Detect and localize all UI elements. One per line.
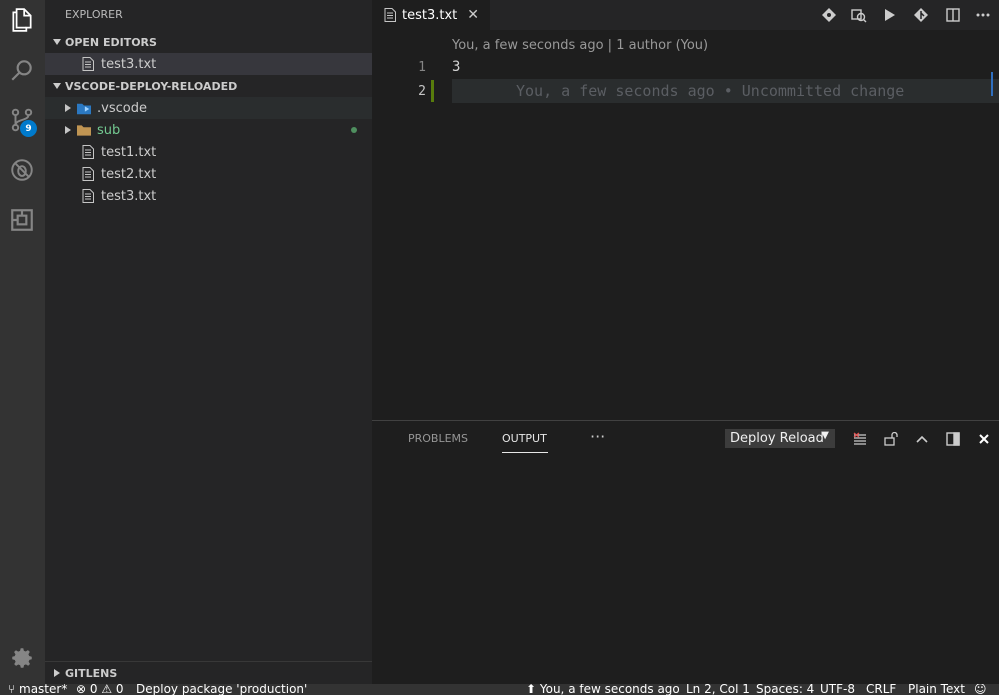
editor-area[interactable]: You, a few seconds ago | 1 author (You) … [372, 30, 999, 420]
status-message: Deploy package 'production' [136, 684, 308, 695]
status-bar: ⑂ master* ⊗ 0 ⚠ 0 Deploy package 'produc… [0, 684, 999, 695]
project-header[interactable]: VSCODE-DEPLOY-RELOADED [45, 75, 372, 97]
line-number: 1 [418, 60, 426, 75]
tab-problems[interactable]: PROBLEMS [408, 432, 468, 445]
tree-item-label: test1.txt [101, 144, 157, 160]
chevron-right-icon [49, 665, 65, 681]
close-panel-icon[interactable] [975, 430, 993, 448]
debug-icon[interactable] [6, 154, 38, 186]
problems-indicator[interactable]: ⊗ 0 ⚠ 0 [76, 684, 124, 695]
encoding[interactable]: UTF-8 [820, 684, 855, 695]
run-icon[interactable] [879, 4, 901, 26]
gitlens-label: GITLENS [65, 666, 118, 680]
output-channel-label: Deploy Reload [730, 431, 824, 446]
open-editors-label: OPEN EDITORS [65, 35, 157, 49]
error-count: 0 [89, 684, 98, 695]
tree-item-label: test3.txt [101, 188, 157, 204]
chevron-down-icon [49, 78, 65, 94]
clear-output-icon[interactable] [851, 430, 869, 448]
tree-item-test2[interactable]: test2.txt [45, 163, 372, 185]
more-actions-icon[interactable] [972, 4, 994, 26]
blame-status[interactable]: ⬆ You, a few seconds ago [526, 684, 680, 695]
toggle-panel-position-icon[interactable] [944, 430, 962, 448]
folder-icon [77, 123, 91, 137]
split-editor-icon[interactable] [942, 4, 964, 26]
tree-item-test3[interactable]: test3.txt [45, 185, 372, 207]
chevron-down-icon [49, 34, 65, 50]
file-icon [81, 167, 95, 181]
project-label: VSCODE-DEPLOY-RELOADED [65, 79, 238, 93]
settings-gear-icon[interactable] [6, 642, 38, 674]
close-icon[interactable]: ✕ [467, 7, 479, 23]
feedback-smiley-icon[interactable]: ☺ [974, 684, 987, 695]
tab-test3[interactable]: test3.txt ✕ [372, 0, 490, 30]
search-icon[interactable] [6, 54, 38, 86]
gitlens-section[interactable]: GITLENS [45, 661, 372, 684]
code-line[interactable]: 3 [452, 59, 460, 75]
blame-annotation: You, a few seconds ago • Uncommitted cha… [516, 82, 905, 100]
file-icon [81, 145, 95, 159]
activity-bar: 9 [0, 0, 45, 684]
blame-status-label: You, a few seconds ago [539, 684, 680, 695]
open-editor-label: test3.txt [101, 56, 157, 72]
tab-output[interactable]: OUTPUT [502, 432, 547, 445]
explorer-title: EXPLORER [65, 8, 123, 21]
vscode-folder-icon [77, 101, 91, 115]
more-tabs-button[interactable]: ··· [590, 427, 605, 446]
file-icon [81, 57, 95, 71]
open-editor-item[interactable]: test3.txt [45, 53, 372, 75]
active-tab-underline [502, 452, 548, 453]
scrollbar-marker[interactable] [991, 72, 999, 96]
branch-label: master* [19, 684, 68, 695]
line-number: 2 [418, 84, 426, 99]
tree-item-label: .vscode [97, 100, 147, 116]
files-icon[interactable] [6, 4, 38, 36]
chevron-right-icon [63, 122, 73, 138]
maximize-panel-icon[interactable] [913, 430, 931, 448]
modified-dot [351, 127, 357, 133]
file-icon [81, 189, 95, 203]
compare-changes-icon[interactable] [848, 4, 870, 26]
indentation[interactable]: Spaces: 4 [756, 684, 814, 695]
tab-label: test3.txt [402, 7, 458, 23]
chevron-down-icon: ▼ [821, 430, 829, 441]
output-channel-select[interactable]: Deploy Reload ▼ [725, 429, 835, 448]
scm-badge: 9 [20, 120, 37, 137]
git-commit-icon[interactable] [818, 4, 840, 26]
explorer-sidebar: EXPLORER OPEN EDITORS test3.txt VSCODE-D… [45, 0, 372, 684]
extensions-icon[interactable] [6, 204, 38, 236]
tree-item-test1[interactable]: test1.txt [45, 141, 372, 163]
warning-count: 0 [115, 684, 124, 695]
file-icon [384, 8, 396, 22]
tree-item-label: test2.txt [101, 166, 157, 182]
tree-item-label: sub [97, 122, 121, 138]
open-editors-header[interactable]: OPEN EDITORS [45, 31, 372, 53]
bottom-panel: PROBLEMS OUTPUT ··· Deploy Reload ▼ [372, 420, 999, 684]
gitlens-header[interactable]: GITLENS [45, 662, 372, 684]
chevron-right-icon [63, 100, 73, 116]
tree-item-sub[interactable]: sub [45, 119, 372, 141]
git-branch-icon[interactable] [910, 4, 932, 26]
git-change-marker [431, 80, 434, 102]
language-mode[interactable]: Plain Text [908, 684, 965, 695]
branch-indicator[interactable]: ⑂ master* [8, 684, 67, 695]
tree-item-vscode[interactable]: .vscode [45, 97, 372, 119]
cursor-position[interactable]: Ln 2, Col 1 [686, 684, 750, 695]
lock-icon[interactable] [882, 430, 900, 448]
code-lens[interactable]: You, a few seconds ago | 1 author (You) [452, 38, 708, 53]
line-ending[interactable]: CRLF [866, 684, 896, 695]
editor-tab-bar: test3.txt ✕ [372, 0, 999, 30]
